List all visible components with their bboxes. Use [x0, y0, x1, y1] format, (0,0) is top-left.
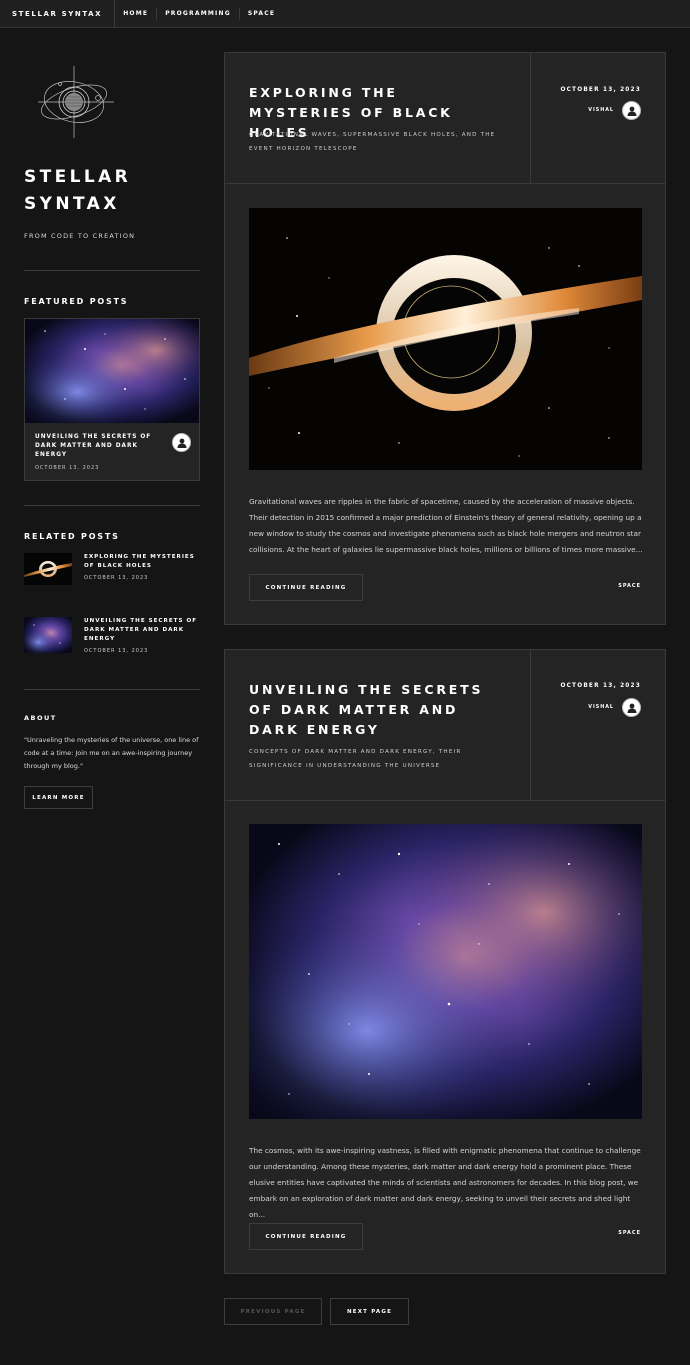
post-author: VISHAL	[588, 101, 641, 120]
about-text: "Unraveling the mysteries of the univers…	[24, 736, 199, 770]
continue-reading-button[interactable]: CONTINUE READING	[249, 574, 363, 601]
featured-posts-heading: FEATURED POSTS	[24, 297, 129, 306]
post-image-black-hole	[249, 208, 642, 470]
top-navigation: STELLAR SYNTAX HOME PROGRAMMING SPACE	[0, 0, 690, 28]
post-header: UNVEILING THE SECRETS OF DARK MATTER AND…	[225, 650, 665, 801]
site-title: STELLAR SYNTAX	[24, 167, 132, 214]
sidebar-divider	[24, 270, 200, 271]
author-avatar	[622, 101, 641, 120]
author-name: VISHAL	[588, 705, 614, 710]
related-post-thumbnail	[24, 553, 72, 585]
post-subtitle: CONCEPTS OF DARK MATTER AND DARK ENERGY,…	[249, 749, 462, 769]
related-posts-heading: RELATED POSTS	[24, 532, 120, 541]
brand-link[interactable]: STELLAR SYNTAX	[0, 0, 116, 28]
post-image-nebula	[249, 824, 642, 1119]
continue-reading-button[interactable]: CONTINUE READING	[249, 1223, 363, 1250]
post-excerpt: The cosmos, with its awe-inspiring vastn…	[249, 1146, 641, 1219]
post-card: UNVEILING THE SECRETS OF DARK MATTER AND…	[224, 649, 666, 1274]
previous-page-button[interactable]: PREVIOUS PAGE	[224, 1298, 322, 1325]
post-date: OCTOBER 13, 2023	[560, 683, 641, 689]
avatar-icon	[177, 438, 186, 448]
sidebar: STELLAR SYNTAX FROM CODE TO CREATION	[24, 60, 200, 240]
about-heading: ABOUT	[24, 714, 57, 722]
nav-item-home[interactable]: HOME	[115, 7, 158, 20]
related-post-item[interactable]: EXPLORING THE MYSTERIES OF BLACK HOLES O…	[24, 553, 202, 585]
site-logo-icon	[38, 66, 114, 138]
nav-item-space[interactable]: SPACE	[240, 8, 283, 20]
post-excerpt: Gravitational waves are ripples in the f…	[249, 497, 643, 554]
author-avatar	[172, 433, 191, 452]
header-divider	[530, 53, 531, 183]
featured-post-image	[25, 319, 199, 423]
nav-item-programming[interactable]: PROGRAMMING	[157, 7, 240, 20]
author-avatar	[622, 698, 641, 717]
site-tagline: FROM CODE TO CREATION	[24, 232, 136, 240]
avatar-icon	[627, 106, 636, 116]
featured-post-title[interactable]: UNVEILING THE SECRETS OF DARK MATTER AND…	[35, 433, 165, 460]
related-post-date: OCTOBER 13, 2023	[84, 575, 149, 581]
featured-post-date: OCTOBER 13, 2023	[35, 465, 100, 471]
related-post-title[interactable]: UNVEILING THE SECRETS OF DARK MATTER AND…	[84, 617, 202, 644]
post-author: VISHAL	[588, 698, 641, 717]
post-subtitle: GRAVITATIONAL WAVES, SUPERMASSIVE BLACK …	[249, 132, 496, 152]
header-divider	[530, 650, 531, 800]
author-name: VISHAL	[588, 108, 614, 113]
post-header: EXPLORING THE MYSTERIES OF BLACK HOLES G…	[225, 53, 665, 184]
sidebar-divider	[24, 505, 200, 506]
next-page-button[interactable]: NEXT PAGE	[330, 1298, 409, 1325]
related-post-title[interactable]: EXPLORING THE MYSTERIES OF BLACK HOLES	[84, 553, 202, 571]
post-date: OCTOBER 13, 2023	[560, 87, 641, 93]
learn-more-button[interactable]: LEARN MORE	[24, 786, 93, 809]
post-title[interactable]: UNVEILING THE SECRETS OF DARK MATTER AND…	[249, 680, 509, 740]
related-post-item[interactable]: UNVEILING THE SECRETS OF DARK MATTER AND…	[24, 617, 202, 654]
post-tag-space[interactable]: SPACE	[618, 1230, 641, 1236]
avatar-icon	[627, 703, 636, 713]
sidebar-divider	[24, 689, 200, 690]
featured-post-card[interactable]: UNVEILING THE SECRETS OF DARK MATTER AND…	[24, 318, 200, 481]
related-post-date: OCTOBER 13, 2023	[84, 648, 149, 654]
post-tag-space[interactable]: SPACE	[618, 583, 641, 589]
related-post-thumbnail	[24, 617, 72, 653]
post-card: EXPLORING THE MYSTERIES OF BLACK HOLES G…	[224, 52, 666, 625]
